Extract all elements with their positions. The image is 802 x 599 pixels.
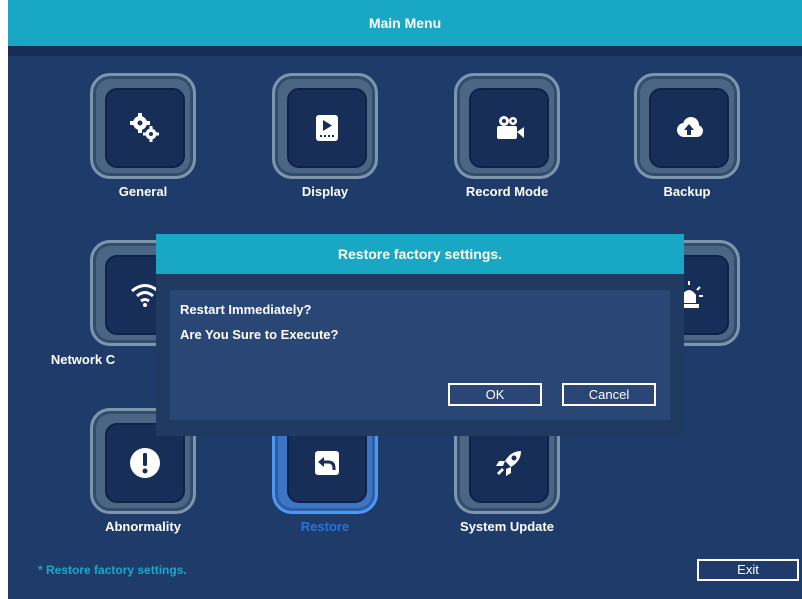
exit-button[interactable]: Exit (697, 559, 799, 581)
dialog-content: Restart Immediately? Are You Sure to Exe… (170, 290, 670, 420)
exclamation-icon (130, 448, 160, 478)
system-update-label: System Update (460, 519, 554, 534)
record-mode-tile[interactable] (454, 73, 560, 183)
status-hint: * Restore factory settings. (38, 563, 187, 577)
general-tile[interactable] (90, 73, 196, 183)
restore-dialog: Restore factory settings. Restart Immedi… (156, 234, 684, 436)
dialog-line-confirm: Are You Sure to Execute? (180, 327, 339, 342)
display-icon (316, 115, 338, 141)
display-tile[interactable] (272, 73, 378, 183)
backup-label: Backup (663, 184, 711, 199)
gears-icon (130, 113, 159, 142)
restore-icon (315, 451, 339, 475)
dialog-line-restart: Restart Immediately? (180, 302, 312, 317)
dialog-title: Restore factory settings. (156, 234, 684, 274)
main-menu-screen: Main Menu General Display Record Mode Ba… (8, 0, 802, 599)
record-mode-label: Record Mode (465, 184, 549, 199)
backup-tile[interactable] (634, 73, 740, 183)
cloud-upload-icon (677, 117, 703, 137)
ok-button[interactable]: OK (448, 383, 542, 406)
network-label: Network C (50, 352, 116, 367)
rocket-icon (496, 451, 521, 476)
abnormality-label: Abnormality (105, 519, 181, 534)
cancel-button[interactable]: Cancel (562, 383, 656, 406)
dialog-body: Restart Immediately? Are You Sure to Exe… (156, 274, 684, 436)
general-label: General (118, 184, 168, 199)
display-label: Display (301, 184, 349, 199)
camera-icon (497, 116, 524, 139)
main-menu-title: Main Menu (8, 0, 802, 46)
restore-label: Restore (300, 519, 350, 534)
title-underline (8, 46, 802, 56)
